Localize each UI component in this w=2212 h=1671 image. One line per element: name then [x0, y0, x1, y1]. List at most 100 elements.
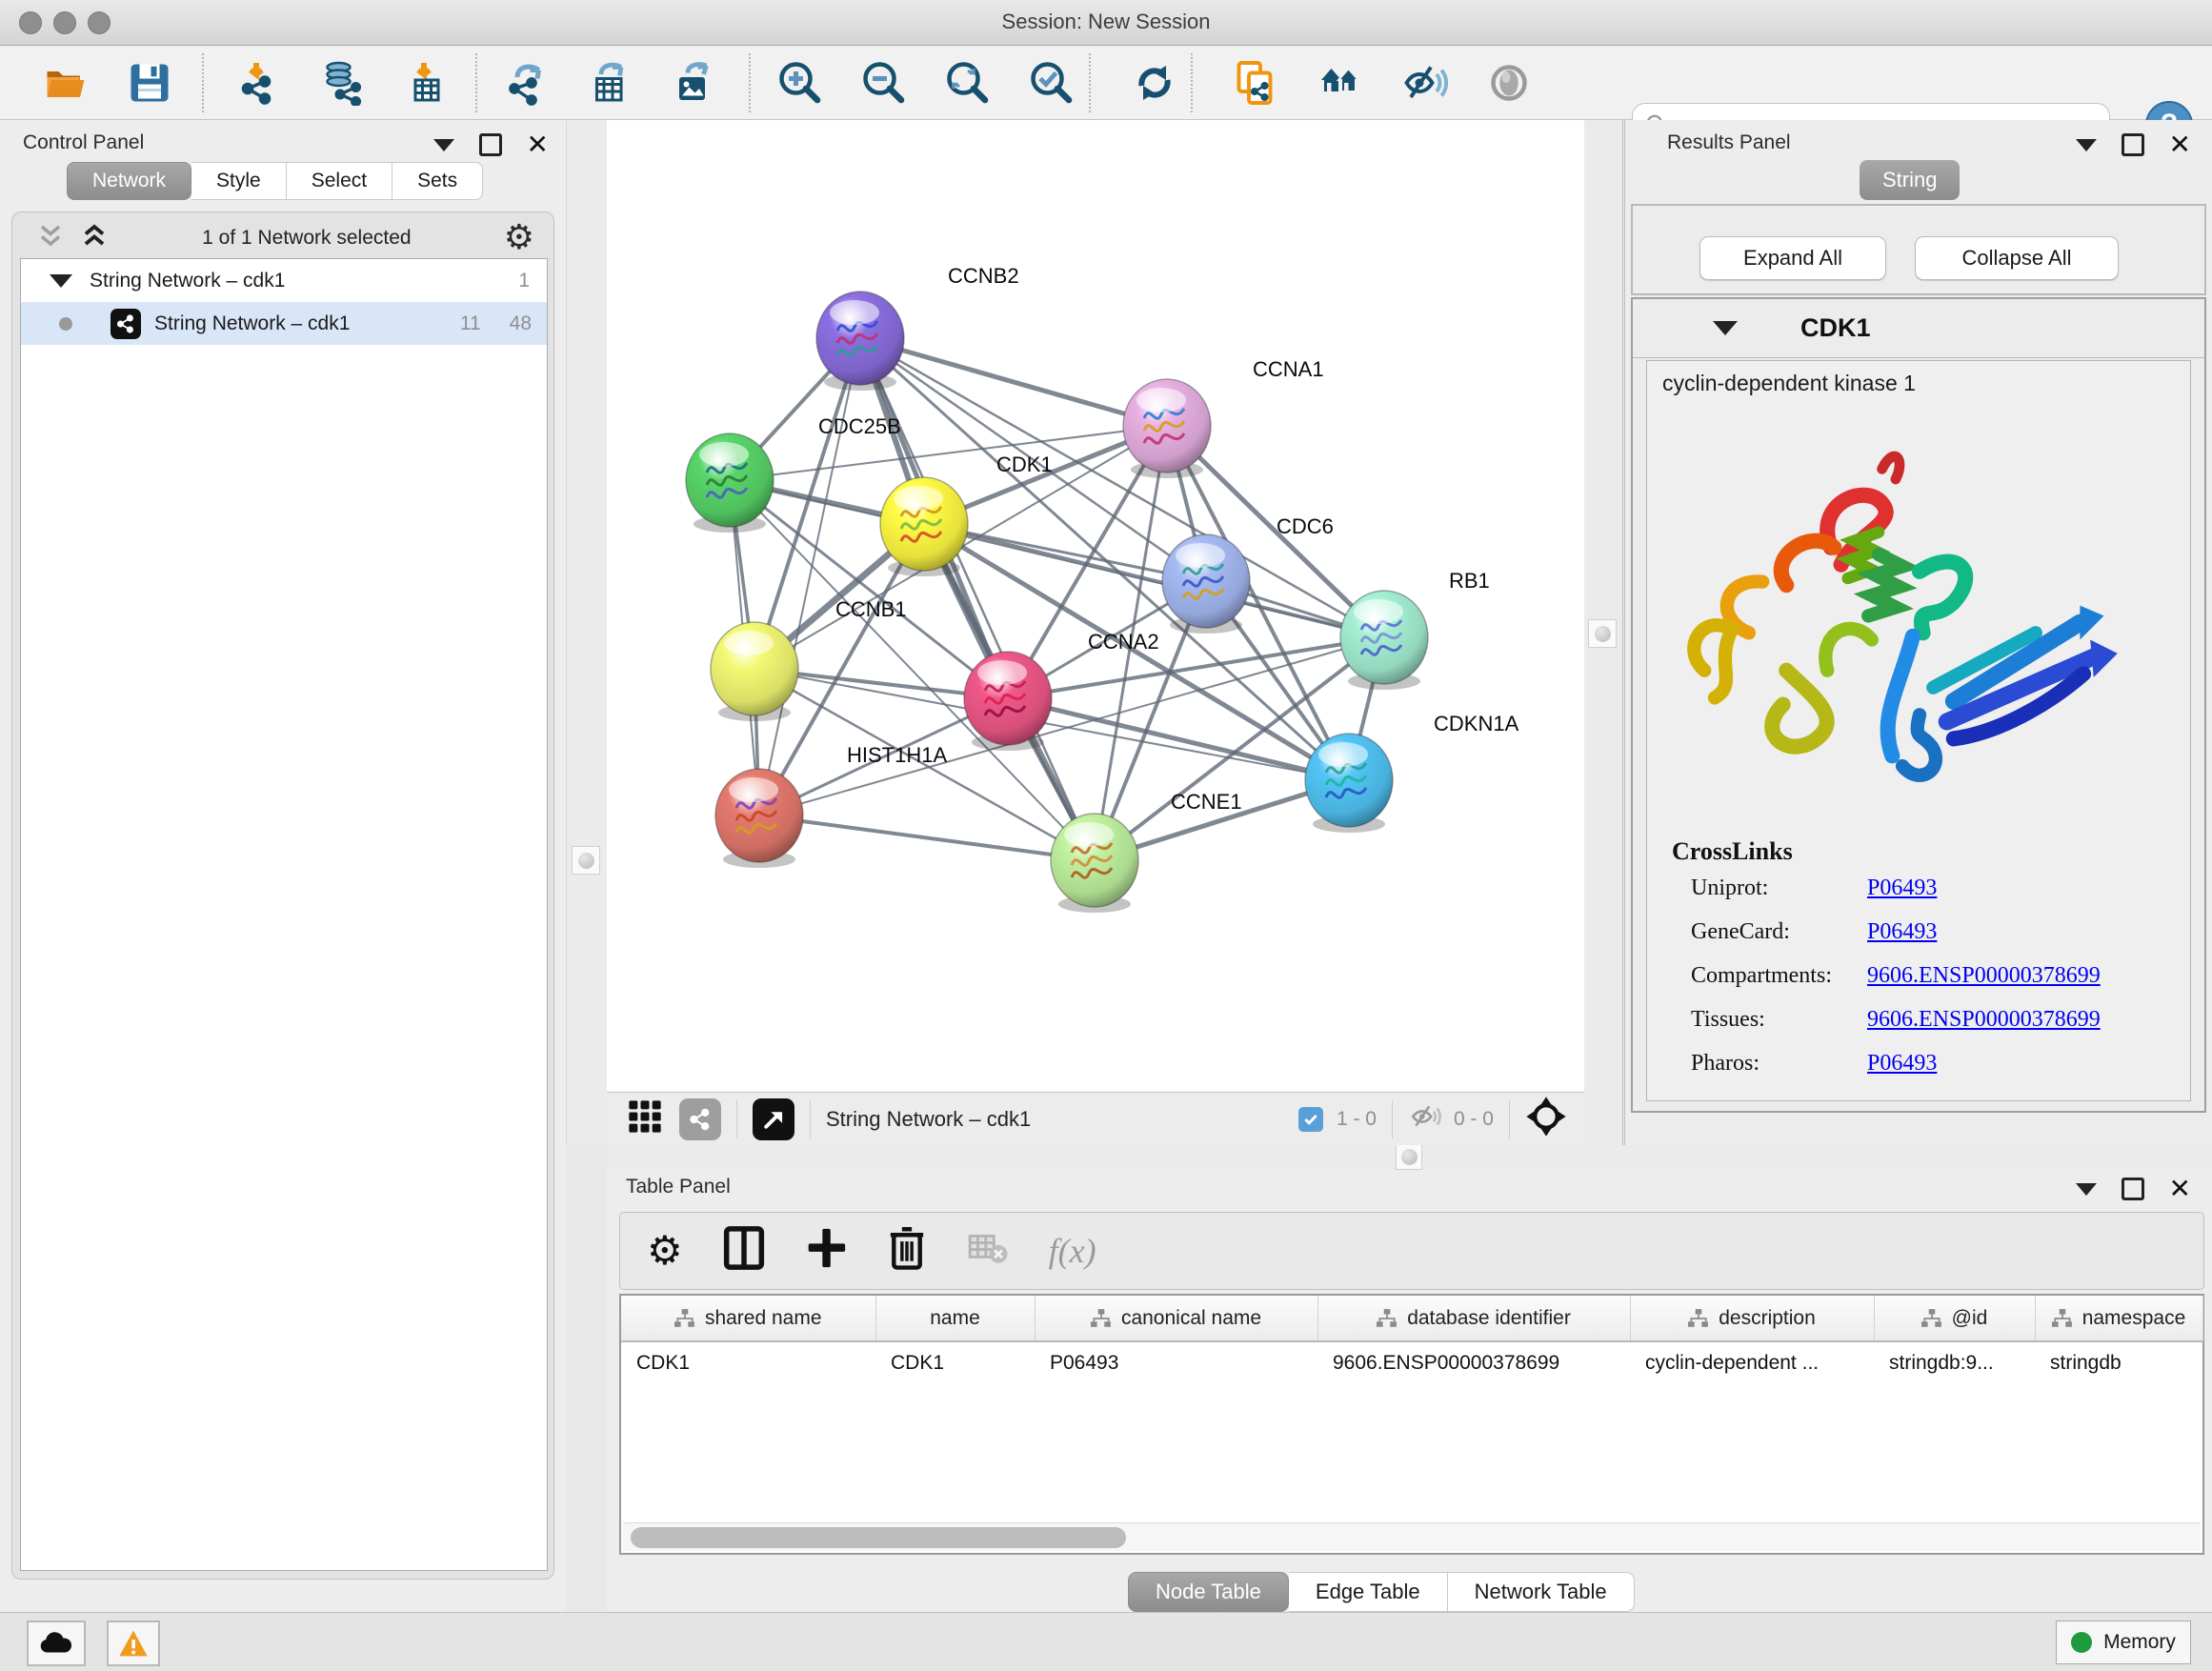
protein-structure-image: [1662, 414, 2177, 830]
zoom-out-icon[interactable]: [861, 60, 907, 106]
tab-style[interactable]: Style: [191, 162, 287, 200]
zoom-fit-icon[interactable]: [945, 60, 991, 106]
add-column-icon[interactable]: [805, 1225, 847, 1277]
hide-selected-icon[interactable]: [1402, 60, 1448, 106]
panel-float-icon[interactable]: [2122, 133, 2144, 156]
export-table-icon[interactable]: [587, 60, 633, 106]
network-edge-CCNB2-HIST1H1A[interactable]: [759, 338, 860, 815]
tab-network-table[interactable]: Network Table: [1448, 1572, 1635, 1612]
tab-node-table[interactable]: Node Table: [1128, 1572, 1289, 1612]
expand-all-networks-icon[interactable]: [79, 221, 110, 255]
right-splitter[interactable]: [1584, 120, 1625, 1145]
network-node-CCNB1[interactable]: CCNB1: [711, 597, 907, 721]
show-homes-icon[interactable]: [1318, 60, 1364, 106]
network-share-icon[interactable]: [679, 1098, 721, 1140]
table-horizontal-scrollbar[interactable]: [623, 1522, 2201, 1551]
open-session-icon[interactable]: [43, 60, 89, 106]
bottom-splitter[interactable]: [607, 1145, 2212, 1170]
network-node-RB1[interactable]: RB1: [1340, 569, 1490, 690]
network-node-CDKN1A[interactable]: CDKN1A: [1305, 712, 1519, 833]
panel-menu-icon[interactable]: [433, 139, 454, 151]
column-header[interactable]: database identifier: [1317, 1296, 1630, 1341]
refresh-icon[interactable]: [1132, 60, 1177, 106]
panel-float-icon[interactable]: [2122, 1178, 2144, 1200]
network-edge-count: 48: [510, 312, 532, 335]
collapse-all-button[interactable]: Collapse All: [1915, 236, 2119, 280]
column-type-icon: [1091, 1309, 1112, 1328]
column-header[interactable]: description: [1630, 1296, 1874, 1341]
warning-status-button[interactable]: [107, 1621, 160, 1666]
open-in-new-window-icon[interactable]: [753, 1098, 794, 1140]
network-selection-status: 1 of 1 Network selected: [110, 227, 504, 250]
node-label-CCNA2: CCNA2: [1088, 630, 1159, 654]
tab-string[interactable]: String: [1860, 160, 1960, 200]
column-header[interactable]: @id: [1874, 1296, 2035, 1341]
genecard-link[interactable]: P06493: [1867, 919, 1937, 957]
panel-close-icon[interactable]: ✕: [2169, 1178, 2191, 1200]
crosslink-row: Uniprot: P06493: [1691, 876, 2177, 914]
zoom-in-icon[interactable]: [777, 60, 823, 106]
table-panel-title: Table Panel: [626, 1176, 731, 1198]
column-header[interactable]: shared name: [621, 1296, 875, 1341]
cytoscape-window: Session: New Session: [0, 0, 2212, 1671]
control-panel-tabs: Network Style Select Sets: [67, 162, 483, 200]
tree-expand-icon[interactable]: [50, 274, 72, 288]
zoom-selected-icon[interactable]: [1029, 60, 1075, 106]
selected-checkbox-icon[interactable]: [1298, 1107, 1323, 1132]
export-network-icon[interactable]: [503, 60, 549, 106]
network-edge-CDK1-RB1[interactable]: [924, 524, 1384, 637]
network-node-CDC6[interactable]: CDC6: [1162, 514, 1334, 634]
node-label-CDK1: CDK1: [996, 453, 1053, 476]
save-session-icon[interactable]: [127, 60, 172, 106]
table-type-tabs: Node Table Edge Table Network Table: [1128, 1572, 1635, 1612]
panel-menu-icon[interactable]: [2076, 139, 2097, 151]
tab-select[interactable]: Select: [287, 162, 392, 200]
network-canvas[interactable]: CCNB2CCNA1CDC25BCDK1CDC6RB1CCNB1CCNA2CDK…: [607, 120, 1584, 1092]
table-row[interactable]: CDK1 CDK1 P06493 9606.ENSP00000378699 cy…: [621, 1341, 2202, 1383]
panel-close-icon[interactable]: ✕: [527, 133, 549, 156]
delete-column-icon[interactable]: [887, 1225, 927, 1277]
network-options-gear-icon[interactable]: ⚙: [504, 221, 534, 255]
tab-sets[interactable]: Sets: [392, 162, 483, 200]
show-columns-icon[interactable]: [723, 1225, 765, 1277]
cloud-status-button[interactable]: [27, 1621, 86, 1666]
graphics-details-icon[interactable]: [1486, 60, 1532, 106]
network-edge-HIST1H1A-CCNE1[interactable]: [759, 815, 1095, 860]
table-panel: Table Panel ✕ ⚙ f(x): [607, 1170, 2212, 1612]
column-header[interactable]: namespace: [2035, 1296, 2202, 1341]
collection-count: 1: [518, 270, 530, 292]
tab-edge-table[interactable]: Edge Table: [1289, 1572, 1448, 1612]
collapse-all-networks-icon[interactable]: [35, 221, 66, 255]
network-node-CDC25B[interactable]: CDC25B: [686, 414, 901, 533]
table-settings-gear-icon[interactable]: ⚙: [647, 1234, 683, 1268]
compartments-link[interactable]: 9606.ENSP00000378699: [1867, 963, 2101, 1001]
column-header[interactable]: canonical name: [1035, 1296, 1317, 1341]
uniprot-link[interactable]: P06493: [1867, 876, 1937, 914]
panel-float-icon[interactable]: [479, 133, 502, 156]
network-node-CCNA1[interactable]: CCNA1: [1123, 357, 1324, 478]
tab-network[interactable]: Network: [67, 162, 191, 200]
section-collapse-icon[interactable]: [1713, 321, 1738, 335]
network-edge-CCNB2-CCNA1[interactable]: [860, 338, 1167, 426]
network-node-HIST1H1A[interactable]: HIST1H1A: [715, 743, 947, 868]
tissues-link[interactable]: 9606.ENSP00000378699: [1867, 1007, 2101, 1045]
network-node-CCNE1[interactable]: CCNE1: [1051, 790, 1242, 913]
fit-selected-crosshair-icon[interactable]: [1525, 1096, 1567, 1143]
copy-style-icon[interactable]: [1235, 60, 1280, 106]
panel-close-icon[interactable]: ✕: [2169, 133, 2191, 156]
birds-eye-view-icon[interactable]: [626, 1097, 664, 1141]
column-type-icon: [2052, 1309, 2073, 1328]
export-image-icon[interactable]: [671, 60, 716, 106]
pharos-link[interactable]: P06493: [1867, 1051, 1937, 1089]
panel-menu-icon[interactable]: [2076, 1183, 2097, 1196]
left-splitter[interactable]: [566, 120, 607, 1145]
import-table-icon[interactable]: [404, 60, 450, 106]
column-header[interactable]: name: [875, 1296, 1035, 1341]
network-row[interactable]: String Network – cdk1 11 48: [21, 302, 547, 345]
import-network-file-icon[interactable]: [236, 60, 282, 106]
gene-section-header[interactable]: CDK1: [1633, 299, 2204, 358]
import-network-database-icon[interactable]: [320, 60, 366, 106]
expand-all-button[interactable]: Expand All: [1699, 236, 1886, 280]
network-collection-row[interactable]: String Network – cdk1 1: [21, 259, 547, 302]
memory-button[interactable]: Memory: [2056, 1621, 2191, 1664]
